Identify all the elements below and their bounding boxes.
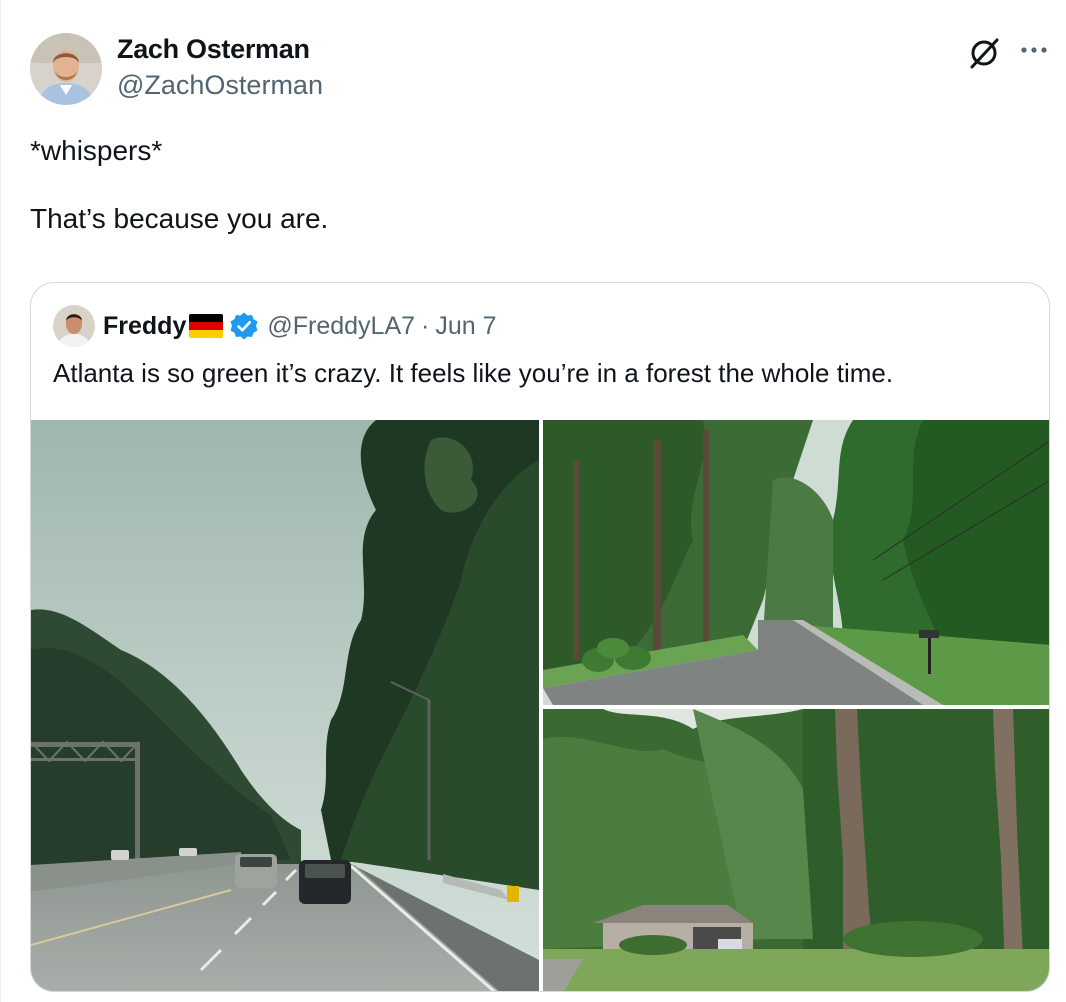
quoted-tweet-text: Atlanta is so green it’s crazy. It feels…: [53, 358, 894, 388]
timeline-border: [0, 0, 1, 1002]
verified-badge-icon[interactable]: [229, 311, 259, 341]
quoted-tweet-card[interactable]: Freddy @FreddyLA7 · Jun 7 Atlanta is so …: [30, 282, 1050, 992]
header-separator: ·: [421, 311, 430, 340]
germany-flag-icon: [189, 314, 224, 338]
grok-icon[interactable]: [967, 36, 1001, 70]
highway-through-trees-photo[interactable]: [31, 420, 539, 991]
house-in-woods-photo[interactable]: [543, 709, 1049, 991]
media-grid: [31, 420, 1049, 991]
quoted-author-avatar[interactable]: [53, 305, 95, 347]
suburban-road-with-pines-photo[interactable]: [543, 420, 1049, 705]
quoted-tweet-header: Freddy @FreddyLA7 · Jun 7: [103, 311, 497, 341]
author-avatar[interactable]: [30, 33, 102, 105]
author-name[interactable]: Zach Osterman: [117, 34, 310, 65]
quoted-author-name[interactable]: Freddy: [103, 312, 186, 341]
tweet-text: *whispers* That’s because you are.: [30, 135, 329, 234]
quoted-author-handle[interactable]: @FreddyLA7: [267, 312, 415, 341]
quoted-tweet-date[interactable]: Jun 7: [435, 312, 496, 341]
author-handle[interactable]: @ZachOsterman: [117, 70, 323, 101]
more-options-icon[interactable]: [1018, 40, 1052, 60]
